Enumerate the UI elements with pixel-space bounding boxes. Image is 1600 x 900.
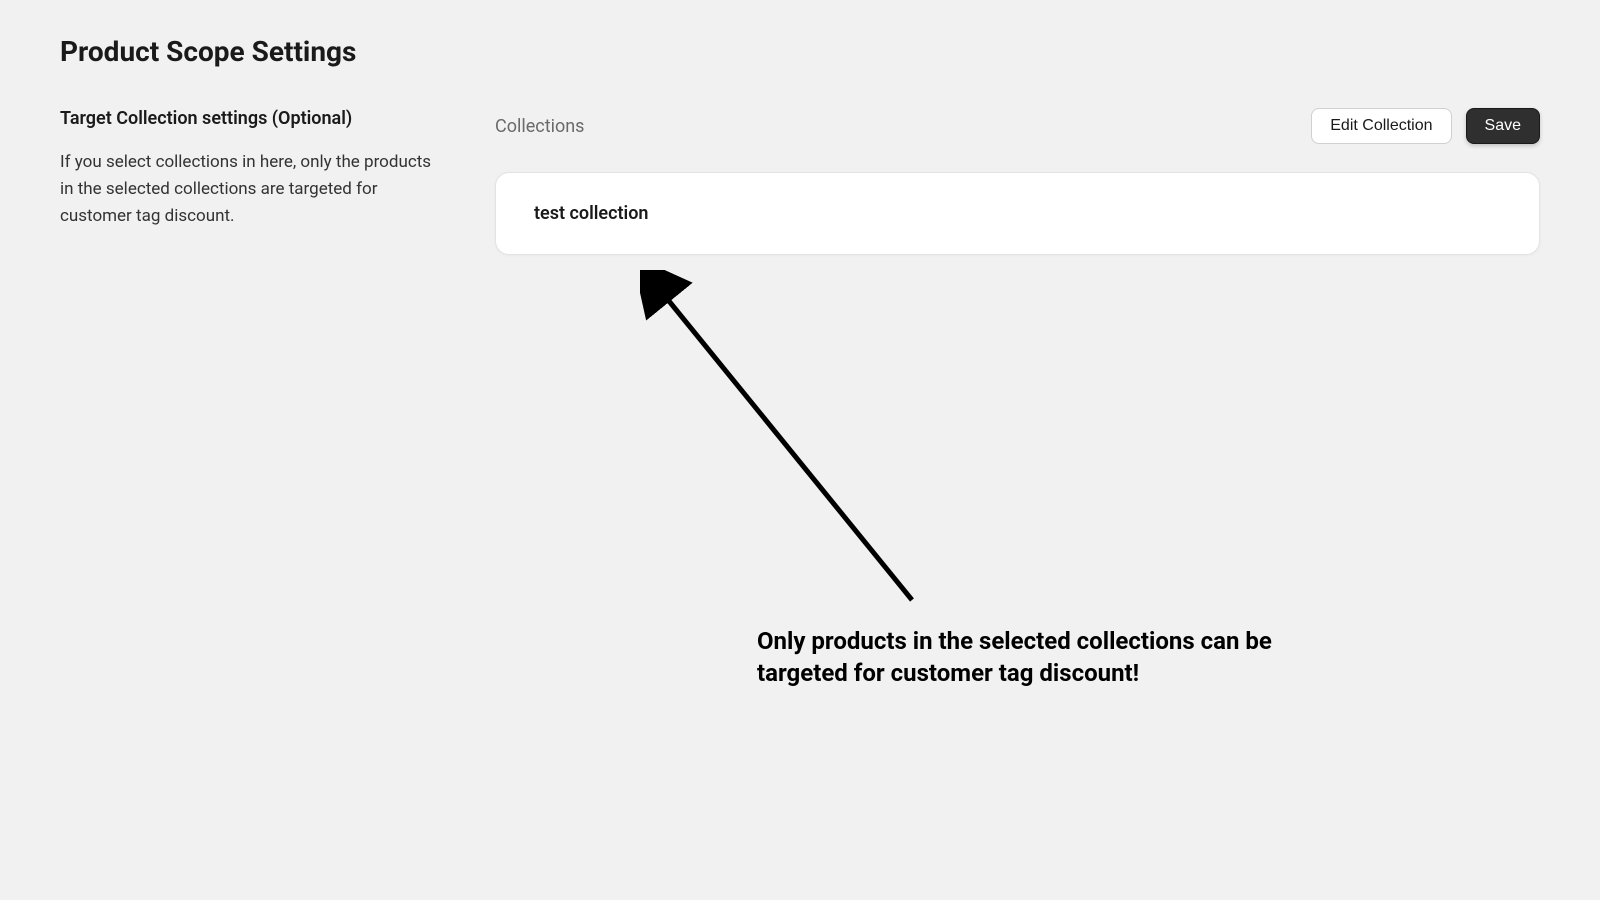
collections-header: Collections Edit Collection Save xyxy=(495,108,1540,144)
collection-name: test collection xyxy=(534,203,1501,224)
annotation-arrow-icon xyxy=(640,270,940,620)
edit-collection-button[interactable]: Edit Collection xyxy=(1311,108,1451,144)
help-text: If you select collections in here, only … xyxy=(60,149,440,231)
save-button[interactable]: Save xyxy=(1466,108,1540,144)
collection-card: test collection xyxy=(495,172,1540,255)
settings-description-column: Target Collection settings (Optional) If… xyxy=(60,108,440,255)
collections-label: Collections xyxy=(495,116,584,137)
page-title: Product Scope Settings xyxy=(60,35,1540,68)
collections-column: Collections Edit Collection Save test co… xyxy=(495,108,1540,255)
annotation-text: Only products in the selected collection… xyxy=(757,625,1357,690)
content-row: Target Collection settings (Optional) If… xyxy=(60,108,1540,255)
section-subtitle: Target Collection settings (Optional) xyxy=(60,108,440,129)
button-group: Edit Collection Save xyxy=(1311,108,1540,144)
